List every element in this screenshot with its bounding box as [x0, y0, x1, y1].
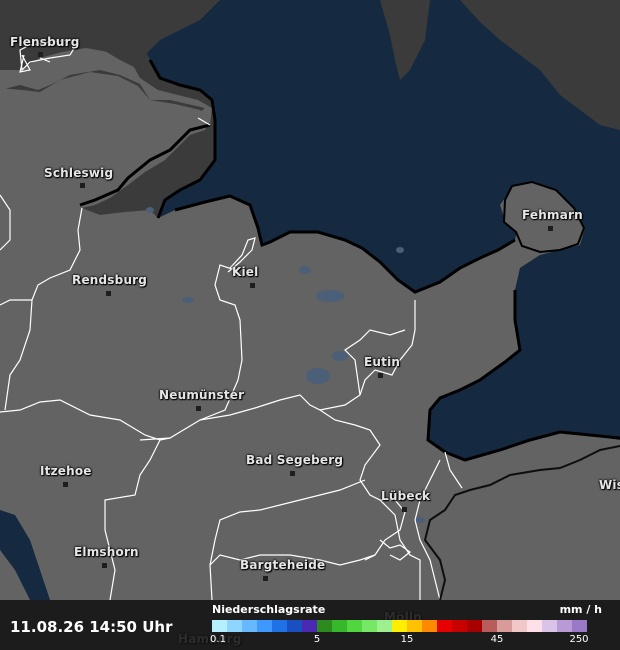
legend-swatch [287, 620, 302, 632]
legend-swatch [392, 620, 407, 632]
city-label-eutin: Eutin [364, 355, 401, 369]
legend-swatch [422, 620, 437, 632]
precipitation-legend[interactable] [212, 620, 587, 632]
legend-swatch [542, 620, 557, 632]
legend-swatch [512, 620, 527, 632]
city-marker [106, 291, 111, 296]
legend-tick-label: 0.1 [210, 634, 226, 645]
city-label-bargteheide: Bargteheide [240, 558, 326, 572]
legend-swatch [212, 620, 227, 632]
legend-tick-label: 45 [490, 634, 504, 645]
footer-bar: 11.08.26 14:50 Uhr Niederschlagsrate mm … [0, 600, 620, 650]
city-marker [196, 406, 201, 411]
legend-title: Niederschlagsrate [212, 603, 326, 616]
city-label-luebeck: Lübeck [381, 489, 431, 503]
radar-map-view: Flensburg Schleswig Fehmarn Kiel Rendsburg Eu… [0, 0, 620, 650]
legend-swatch [317, 620, 332, 632]
legend-tick-label: 15 [400, 634, 414, 645]
city-marker [63, 482, 68, 487]
legend-swatch [242, 620, 257, 632]
city-marker [80, 183, 85, 188]
city-label-rendsburg: Rendsburg [72, 273, 148, 287]
legend-swatch [332, 620, 347, 632]
city-label-neumuenster: Neumünster [159, 388, 245, 402]
legend-unit: mm / h [559, 603, 602, 616]
legend-swatch [572, 620, 587, 632]
timestamp: 11.08.26 14:50 Uhr [10, 618, 173, 636]
city-marker [250, 283, 255, 288]
legend-swatch [437, 620, 452, 632]
city-label-wismar: Wis [599, 478, 620, 492]
city-marker [38, 52, 43, 57]
legend-swatch [302, 620, 317, 632]
legend-swatch [257, 620, 272, 632]
legend-tick-label: 250 [569, 634, 589, 645]
city-marker [548, 226, 553, 231]
city-label-kiel: Kiel [232, 265, 259, 279]
city-marker [402, 507, 407, 512]
legend-swatch [497, 620, 512, 632]
legend-swatch [467, 620, 482, 632]
city-label-itzehoe: Itzehoe [40, 464, 92, 478]
city-label-bad-segeberg: Bad Segeberg [246, 453, 344, 467]
city-label-flensburg: Flensburg [10, 35, 80, 49]
legend-swatch [377, 620, 392, 632]
legend-swatch [557, 620, 572, 632]
city-marker [290, 471, 295, 476]
legend-swatch [527, 620, 542, 632]
legend-swatch [407, 620, 422, 632]
legend-swatch [482, 620, 497, 632]
legend-swatch [362, 620, 377, 632]
city-marker [263, 576, 268, 581]
city-label-elmshorn: Elmshorn [74, 545, 139, 559]
legend-swatch [347, 620, 362, 632]
legend-swatch [452, 620, 467, 632]
legend-swatch [227, 620, 242, 632]
city-marker [378, 373, 383, 378]
city-marker [102, 563, 107, 568]
legend-tick-label: 5 [313, 634, 321, 645]
city-label-fehmarn: Fehmarn [522, 208, 583, 222]
city-label-schleswig: Schleswig [44, 166, 114, 180]
legend-swatch [272, 620, 287, 632]
